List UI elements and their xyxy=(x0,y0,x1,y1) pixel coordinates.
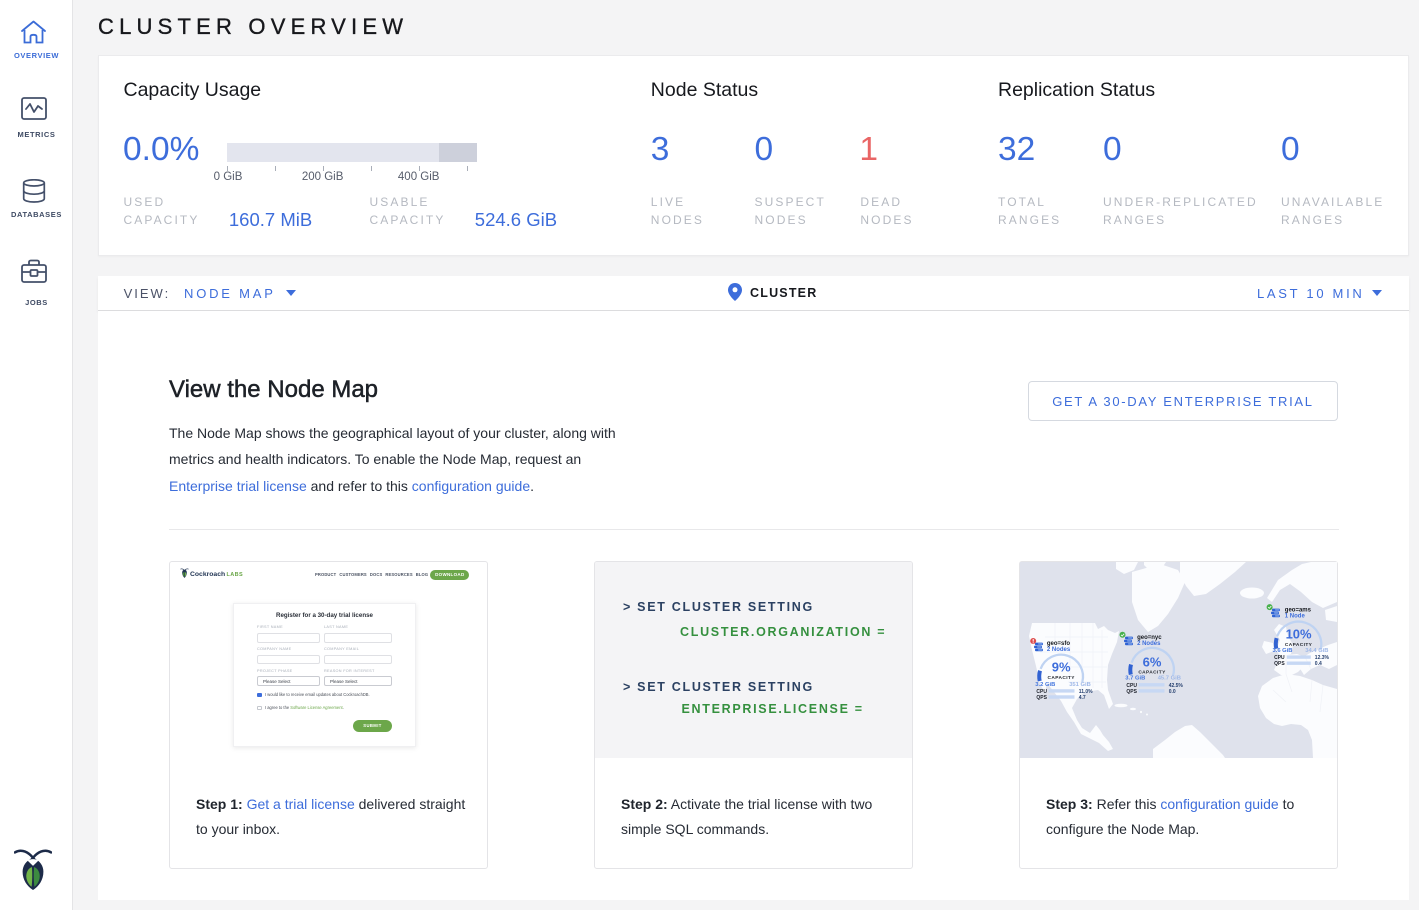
svg-text:3.7 GiB: 3.7 GiB xyxy=(1125,676,1145,682)
svg-text:11.0%: 11.0% xyxy=(1079,689,1093,695)
svg-text:351 GiB: 351 GiB xyxy=(1069,682,1091,688)
svg-text:0.4: 0.4 xyxy=(1315,661,1322,667)
svg-text:CPU: CPU xyxy=(1274,655,1285,661)
svg-text:1 Node: 1 Node xyxy=(1285,614,1306,620)
svg-text:9%: 9% xyxy=(1052,660,1071,675)
svg-text:3.6 GiB: 3.6 GiB xyxy=(1273,648,1293,654)
svg-text:45.7 GiB: 45.7 GiB xyxy=(1158,676,1181,682)
svg-text:QPS: QPS xyxy=(1274,661,1285,667)
svg-text:6%: 6% xyxy=(1143,655,1162,670)
svg-text:CPU: CPU xyxy=(1126,683,1137,689)
svg-text:2 Nodes: 2 Nodes xyxy=(1137,641,1161,647)
svg-text:10%: 10% xyxy=(1286,627,1312,642)
svg-text:12.3%: 12.3% xyxy=(1315,655,1330,661)
svg-text:4.7: 4.7 xyxy=(1079,695,1086,701)
svg-text:42.5%: 42.5% xyxy=(1169,683,1184,689)
svg-text:QPS: QPS xyxy=(1036,695,1047,701)
svg-text:34.4 GiB: 34.4 GiB xyxy=(1305,648,1328,654)
svg-text:QPS: QPS xyxy=(1126,689,1137,695)
svg-text:2 Nodes: 2 Nodes xyxy=(1047,647,1071,653)
svg-text:CPU: CPU xyxy=(1036,689,1047,695)
svg-text:CAPACITY: CAPACITY xyxy=(1048,675,1076,681)
svg-text:3.2 GiB: 3.2 GiB xyxy=(1035,682,1055,688)
svg-text:CAPACITY: CAPACITY xyxy=(1138,670,1166,676)
svg-text:0.0: 0.0 xyxy=(1169,689,1176,695)
